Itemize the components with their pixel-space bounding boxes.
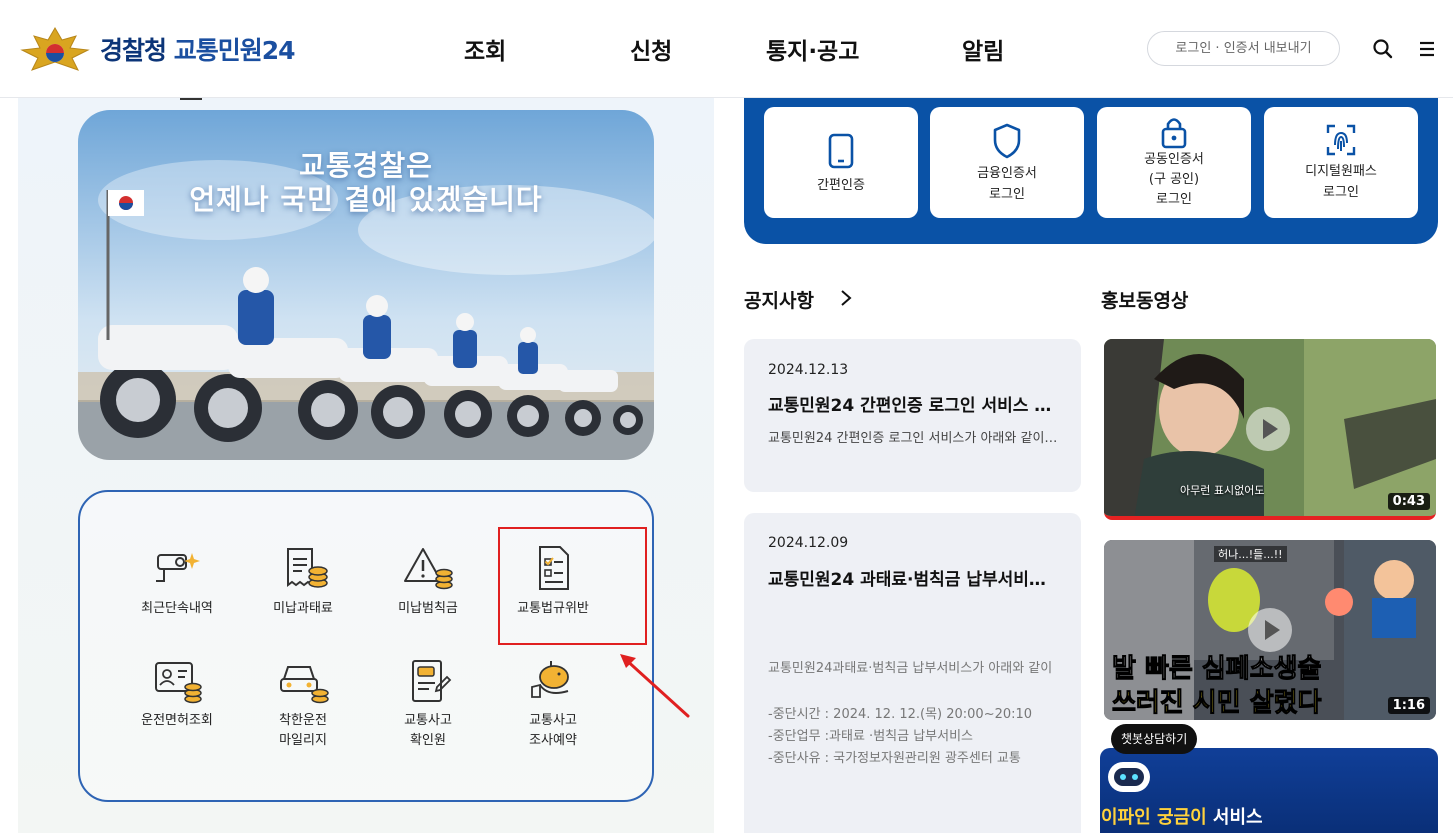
- notice-title: 교통민원24 간편인증 로그인 서비스 중단 안내: [768, 396, 1058, 416]
- auth-simple-cert[interactable]: 간편인증: [764, 107, 918, 218]
- play-icon[interactable]: [1246, 407, 1290, 451]
- nav-apply[interactable]: 신청: [630, 32, 672, 66]
- chatbot-service-title: 이파인 궁금이 서비스: [1101, 807, 1263, 828]
- notice-date: 2024.12.13: [768, 362, 849, 378]
- service-unpaid-fine[interactable]: 미납과태료: [248, 545, 358, 619]
- auth-label: 금융인증서 로그인: [977, 166, 1037, 202]
- accident-report-icon: [412, 660, 452, 702]
- auth-label: 디지털원패스 로그인: [1305, 164, 1377, 200]
- notice-body-line: -중단시간 : 2024. 12. 12.(목) 20:00~20:10: [768, 707, 1033, 722]
- notice-section-title[interactable]: 공지사항: [744, 286, 814, 313]
- nav-alerts[interactable]: 알림: [962, 32, 1004, 66]
- auth-digital-onepass[interactable]: 디지털원패스 로그인: [1264, 107, 1418, 218]
- auth-label: 간편인증: [817, 178, 865, 193]
- notice-body-line: -중단업무 :과태료 ·범칙금 납부서비스: [768, 729, 974, 744]
- lock-icon: [1161, 118, 1187, 149]
- menu-icon[interactable]: [1416, 38, 1438, 60]
- logo-text: 경찰청 교통민원24: [100, 36, 296, 65]
- service-good-driving-mileage[interactable]: 착한운전 마일리지: [248, 657, 358, 751]
- auth-joint-cert[interactable]: 공동인증서 (구 공인) 로그인: [1097, 107, 1251, 218]
- service-unpaid-penalty[interactable]: 미납범칙금: [373, 545, 483, 619]
- hero-title-line2: 언제나 국민 곁에 있겠습니다: [189, 183, 543, 216]
- video-thumbnail[interactable]: 허나...!들...!! 발 빠른 심폐소생술 쓰러진 시민 살렸다 1:16: [1104, 540, 1436, 720]
- video-caption: 아무런 표시없어도: [1180, 484, 1265, 497]
- auth-financial-cert[interactable]: 금융인증서 로그인: [930, 107, 1084, 218]
- chevron-right-icon[interactable]: [837, 288, 855, 308]
- nav-lookup[interactable]: 조회: [464, 32, 506, 66]
- service-label: 미납범칙금: [398, 601, 458, 616]
- video-thumbnail[interactable]: 아무런 표시없어도 0:43: [1104, 339, 1436, 520]
- slider-indicator: [180, 98, 202, 100]
- smartphone-icon: [828, 133, 854, 169]
- license-card-icon: [155, 662, 202, 704]
- video-speech-caption: 허나...!들...!!: [1214, 546, 1287, 562]
- site-header: 경찰청 교통민원24 조회 신청 통지·공고 알림 로그인 · 인증서 내보내기: [0, 0, 1453, 98]
- chatbot-bubble[interactable]: 챗봇상담하기: [1111, 724, 1198, 754]
- service-label: 교통사고 확인원: [404, 713, 452, 748]
- search-icon[interactable]: [1372, 38, 1394, 60]
- notice-title: 교통민원24 과태료·범칙금 납부서비스 중단 안내: [768, 570, 1058, 590]
- red-pointer-arrow-icon: [620, 654, 690, 718]
- service-license-lookup[interactable]: 운전면허조회: [122, 657, 232, 731]
- nav-notice-announcement[interactable]: 통지·공고: [766, 32, 859, 66]
- service-accident-investigation-booking[interactable]: 교통사고 조사예약: [498, 657, 608, 751]
- notice-card[interactable]: 2024.12.09 교통민원24 과태료·범칙금 납부서비스 중단 안내 교통…: [744, 513, 1081, 833]
- car-coins-icon: [280, 666, 329, 704]
- service-label: 교통사고 조사예약: [529, 713, 577, 748]
- service-label: 운전면허조회: [141, 713, 213, 728]
- hero-banner[interactable]: 교통경찰은 언제나 국민 곁에 있겠습니다: [78, 110, 654, 460]
- video-headline-bottom: 쓰러진 시민 살렸다: [1111, 688, 1322, 719]
- auth-label: 공동인증서 (구 공인) 로그인: [1144, 152, 1204, 207]
- service-label: 최근단속내역: [141, 601, 213, 616]
- video-headline-top: 발 빠른 심폐소생술: [1111, 654, 1322, 685]
- fingerprint-icon: [1326, 124, 1356, 156]
- play-icon[interactable]: [1248, 608, 1292, 652]
- service-label: 착한운전 마일리지: [279, 713, 327, 748]
- notice-card[interactable]: 2024.12.13 교통민원24 간편인증 로그인 서비스 중단 안내 교통민…: [744, 339, 1081, 492]
- site-logo[interactable]: 경찰청 교통민원24: [18, 26, 296, 72]
- notice-body-line: -중단사유 : 국가정보자원관리원 광주센터 교통: [768, 751, 1021, 766]
- video-duration: 0:43: [1387, 493, 1430, 510]
- camera-icon: [156, 553, 200, 582]
- highlight-box-traffic-violation: [498, 527, 647, 645]
- video-duration: 1:16: [1387, 697, 1430, 714]
- receipt-coins-icon: [287, 548, 328, 588]
- warning-coins-icon: [404, 548, 453, 590]
- piggy-bank-icon: [531, 661, 569, 698]
- video-section-title: 홍보동영상: [1101, 290, 1189, 312]
- service-label: 미납과태료: [273, 601, 333, 616]
- login-cert-export-button[interactable]: 로그인 · 인증서 내보내기: [1147, 31, 1340, 66]
- notice-description: 교통민원24 간편인증 로그인 서비스가 아래와 같이 중단됩니다.: [768, 431, 1058, 446]
- police-emblem-icon: [20, 27, 90, 71]
- robot-icon: [1108, 762, 1150, 792]
- shield-icon: [993, 123, 1021, 159]
- notice-date: 2024.12.09: [768, 535, 849, 551]
- service-recent-enforcement[interactable]: 최근단속내역: [122, 545, 232, 619]
- notice-body-line: 교통민원24과태료·범칙금 납부서비스가 아래와 같이: [768, 661, 1053, 676]
- service-accident-confirmation[interactable]: 교통사고 확인원: [373, 657, 483, 751]
